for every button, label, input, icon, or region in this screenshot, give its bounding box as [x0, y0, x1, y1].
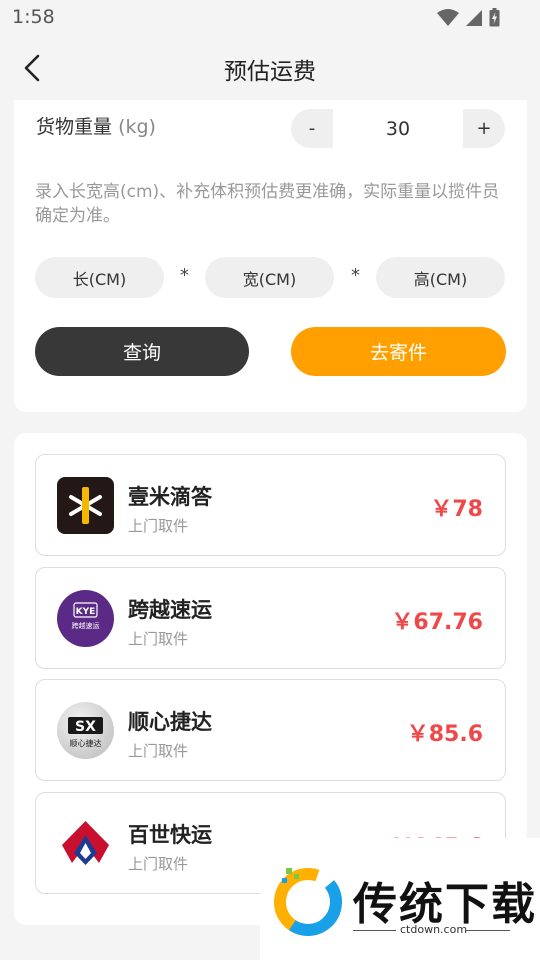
watermark-logo-icon — [274, 868, 342, 936]
carrier-item[interactable]: 壹米滴答 上门取件 ￥78 — [35, 454, 506, 556]
dimension-separator: * — [351, 265, 360, 286]
dimension-inputs: 长(CM) * 宽(CM) * 高(CM) — [35, 257, 506, 298]
watermark-divider — [353, 930, 396, 931]
weight-unit: (kg) — [118, 116, 156, 138]
watermark-url: ctdown.com — [400, 923, 468, 936]
sx-logo-icon: SX 顺心捷达 — [57, 702, 114, 759]
wifi-icon — [437, 8, 459, 26]
hint-text: 录入长宽高(cm)、补充体积预估费更准确，实际重量以揽件员确定为准。 — [35, 182, 500, 226]
carrier-service: 上门取件 — [128, 742, 189, 760]
carrier-price: ￥78 — [430, 497, 483, 522]
weight-input[interactable]: 30 — [333, 109, 463, 148]
status-icons — [437, 8, 500, 27]
page-title: 预估运费 — [224, 59, 316, 85]
decrement-button[interactable]: - — [291, 109, 333, 148]
carrier-service: 上门取件 — [128, 517, 189, 535]
kye-logo-subtext: 跨越速运 — [72, 621, 100, 630]
dimension-separator: * — [180, 265, 189, 286]
carrier-name: 百世快运 — [128, 823, 212, 847]
increment-button[interactable]: + — [463, 109, 505, 148]
signal-icon — [466, 9, 482, 26]
baishi-logo-icon — [57, 815, 114, 872]
length-input[interactable]: 长(CM) — [35, 257, 164, 298]
kye-logo-icon: KYE 跨越速运 — [57, 590, 114, 647]
carrier-service: 上门取件 — [128, 855, 189, 873]
carrier-item[interactable]: SX 顺心捷达 顺心捷达 上门取件 ￥85.6 — [35, 679, 506, 781]
kye-logo-text: KYE — [76, 607, 96, 617]
status-time: 1:58 — [12, 6, 55, 28]
carrier-item[interactable]: KYE 跨越速运 跨越速运 上门取件 ￥67.76 — [35, 567, 506, 669]
carrier-price: ￥85.6 — [406, 722, 483, 747]
width-input[interactable]: 宽(CM) — [205, 257, 334, 298]
estimate-form-card: 货物重量 (kg) - 30 + 录入长宽高(cm)、补充体积预估费更准确，实际… — [14, 100, 527, 412]
carrier-service: 上门取件 — [128, 630, 189, 648]
query-button[interactable]: 查询 — [35, 327, 249, 376]
carrier-name: 跨越速运 — [128, 598, 212, 622]
sx-logo-text: SX — [75, 719, 96, 735]
weight-stepper: - 30 + — [291, 109, 505, 148]
status-bar: 1:58 — [0, 0, 540, 36]
carrier-name: 顺心捷达 — [128, 710, 212, 734]
sx-logo-subtext: 顺心捷达 — [70, 738, 102, 748]
send-button[interactable]: 去寄件 — [291, 327, 506, 376]
watermark-divider — [466, 930, 510, 931]
height-input[interactable]: 高(CM) — [376, 257, 505, 298]
battery-icon — [489, 8, 500, 27]
yimidida-logo-icon — [57, 477, 114, 534]
watermark: 传统下载 ctdown.com — [260, 838, 540, 960]
carrier-name: 壹米滴答 — [128, 485, 212, 509]
nav-bar: 预估运费 — [0, 36, 540, 100]
weight-label: 货物重量 (kg) — [36, 112, 156, 139]
carrier-price: ￥67.76 — [391, 610, 483, 635]
weight-label-text: 货物重量 — [36, 116, 113, 138]
